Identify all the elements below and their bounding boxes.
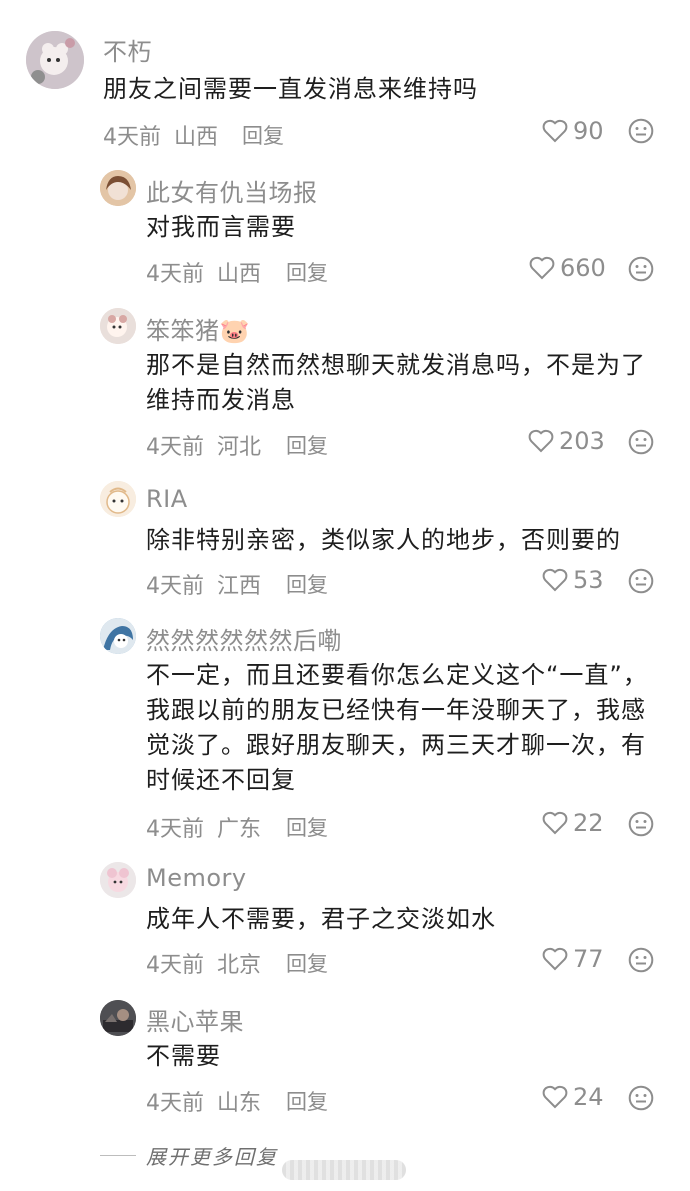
comment-main: 不朽 朋友之间需要一直发消息来维持吗 4天前 山西 回复 90 — [0, 0, 690, 160]
reply-comment: RIA 除非特别亲密，类似家人的地步，否则要的 4天前 江西 回复 53 — [0, 473, 690, 611]
watermark — [282, 1160, 406, 1180]
reply-button[interactable]: 回复 — [286, 569, 328, 599]
reply-comment: 笨笨猪🐷 那不是自然而然想聊天就发消息吗，不是为了维持而发消息 4天前 河北 回… — [0, 295, 690, 473]
comment-location: 广东 — [217, 817, 262, 842]
avatar[interactable] — [100, 170, 136, 206]
comment-meta: 4天前 北京 — [146, 947, 261, 979]
like-button[interactable]: 53 — [542, 566, 604, 594]
like-button[interactable]: 24 — [542, 1083, 604, 1111]
comment-meta: 4天前 江西 — [146, 568, 261, 600]
emoji-face-icon[interactable] — [628, 811, 654, 837]
like-count: 24 — [573, 1083, 604, 1111]
divider — [100, 1155, 136, 1156]
comment-text: 对我而言需要 — [146, 213, 296, 241]
emoji-face-icon[interactable] — [628, 429, 654, 455]
comment-time: 4天前 — [146, 574, 204, 599]
avatar-image — [100, 170, 136, 206]
reply-comment: 此女有仇当场报 对我而言需要 4天前 山西 回复 660 — [0, 160, 690, 295]
heart-icon — [542, 811, 568, 835]
comment-text: 不一定，而且还要看你怎么定义这个“一直”，我跟以前的朋友已经快有一年没聊天了，我… — [146, 661, 648, 794]
avatar-image — [100, 862, 136, 898]
avatar[interactable] — [100, 481, 136, 517]
comment-time: 4天前 — [146, 953, 204, 978]
like-button[interactable]: 77 — [542, 945, 604, 973]
comment-location: 山西 — [174, 125, 219, 150]
reply-button[interactable]: 回复 — [242, 120, 284, 150]
comment-location: 山东 — [217, 1091, 262, 1116]
comment-time: 4天前 — [103, 125, 161, 150]
avatar[interactable] — [100, 862, 136, 898]
username[interactable]: Memory — [146, 864, 247, 892]
reply-comment: Memory 成年人不需要，君子之交淡如水 4天前 北京 回复 77 — [0, 856, 690, 994]
heart-icon — [542, 568, 568, 592]
username[interactable]: 笨笨猪🐷 — [146, 311, 250, 346]
comment-meta: 4天前 山西 — [146, 256, 261, 288]
comment-time: 4天前 — [146, 435, 204, 460]
emoji-face-icon[interactable] — [628, 118, 654, 144]
avatar-image — [100, 481, 136, 517]
emoji-face-icon[interactable] — [628, 947, 654, 973]
comment-meta: 4天前 河北 — [146, 429, 261, 461]
avatar-image — [100, 618, 136, 654]
avatar[interactable] — [100, 618, 136, 654]
avatar-image — [100, 1000, 136, 1036]
emoji-face-icon[interactable] — [628, 256, 654, 282]
comment-time: 4天前 — [146, 817, 204, 842]
comment-text: 成年人不需要，君子之交淡如水 — [146, 905, 496, 933]
comment-time: 4天前 — [146, 262, 204, 287]
avatar-image — [100, 308, 136, 344]
like-button[interactable]: 22 — [542, 809, 604, 837]
comment-text: 除非特别亲密，类似家人的地步，否则要的 — [146, 526, 621, 554]
heart-icon — [542, 947, 568, 971]
like-button[interactable]: 203 — [528, 427, 605, 455]
like-count: 77 — [573, 945, 604, 973]
comment-text: 那不是自然而然想聊天就发消息吗，不是为了维持而发消息 — [146, 351, 646, 414]
heart-icon — [542, 119, 568, 143]
like-count: 22 — [573, 809, 604, 837]
comment-meta: 4天前 山西 — [103, 119, 218, 151]
heart-icon — [529, 256, 555, 280]
comment-location: 北京 — [217, 953, 262, 978]
avatar[interactable] — [26, 31, 84, 89]
like-count: 660 — [560, 254, 606, 282]
reply-comment: 黑心苹果 不需要 4天前 山东 回复 24 — [0, 994, 690, 1134]
like-count: 90 — [573, 117, 604, 145]
avatar[interactable] — [100, 1000, 136, 1036]
username[interactable]: 此女有仇当场报 — [146, 173, 318, 208]
avatar[interactable] — [100, 308, 136, 344]
avatar-image — [26, 31, 84, 89]
emoji-face-icon[interactable] — [628, 1085, 654, 1111]
heart-icon — [528, 429, 554, 453]
comment-meta: 4天前 山东 — [146, 1085, 261, 1117]
expand-more-replies[interactable]: 展开更多回复 — [100, 1141, 278, 1170]
reply-button[interactable]: 回复 — [286, 812, 328, 842]
reply-button[interactable]: 回复 — [286, 430, 328, 460]
comment-location: 江西 — [217, 574, 262, 599]
comment-time: 4天前 — [146, 1091, 204, 1116]
heart-icon — [542, 1085, 568, 1109]
username[interactable]: 黑心苹果 — [146, 1002, 244, 1037]
emoji-face-icon[interactable] — [628, 568, 654, 594]
reply-button[interactable]: 回复 — [286, 1086, 328, 1116]
comment-location: 河北 — [217, 435, 262, 460]
comment-text: 不需要 — [146, 1042, 221, 1070]
like-count: 53 — [573, 566, 604, 594]
like-count: 203 — [559, 427, 605, 455]
username[interactable]: 不朽 — [103, 32, 152, 67]
reply-comment: 然然然然然然后嘞 不一定，而且还要看你怎么定义这个“一直”，我跟以前的朋友已经快… — [0, 611, 690, 856]
like-button[interactable]: 90 — [542, 117, 604, 145]
comment-location: 山西 — [217, 262, 262, 287]
reply-button[interactable]: 回复 — [286, 948, 328, 978]
expand-more-replies-label: 展开更多回复 — [146, 1145, 278, 1169]
username[interactable]: RIA — [146, 485, 188, 513]
comment-meta: 4天前 广东 — [146, 811, 261, 843]
reply-button[interactable]: 回复 — [286, 257, 328, 287]
comment-text: 朋友之间需要一直发消息来维持吗 — [103, 75, 478, 103]
like-button[interactable]: 660 — [529, 254, 606, 282]
username[interactable]: 然然然然然然后嘞 — [146, 621, 342, 656]
